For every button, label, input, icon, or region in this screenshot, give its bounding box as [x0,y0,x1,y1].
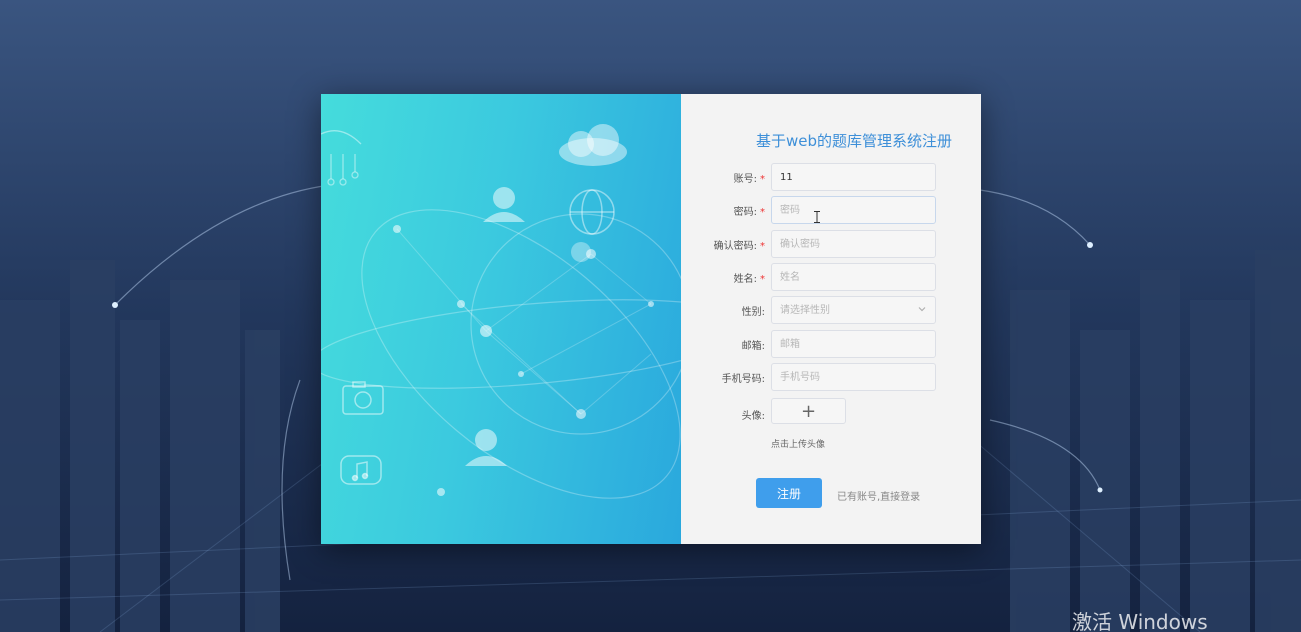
phone-label: 手机号码: [721,374,765,385]
password-label: 密码: * [733,207,765,218]
login-link[interactable]: 已有账号,直接登录 [837,488,920,503]
cloud-icon [559,124,627,166]
network-illustration [321,124,681,499]
gender-select[interactable] [771,296,936,324]
user-icon-bottom [465,429,507,466]
account-row: 账号: * [681,163,981,191]
gender-label: 性别: [741,307,765,318]
form-title: 基于web的题库管理系统注册 [756,132,953,150]
music-icon [340,455,382,485]
required-mark: * [760,241,765,252]
phone-row: 手机号码: [681,363,981,391]
password-input[interactable] [771,196,936,224]
required-mark: * [760,174,765,185]
windows-activation-watermark: 激活 Windows [1072,610,1208,632]
account-label: 账号: * [733,174,765,185]
user-icon [483,187,525,222]
decorative-panel [321,94,681,544]
register-form: 基于web的题库管理系统注册 账号:* 密码:* 确认密码:* 姓名:* 性别:… [681,94,981,544]
globe-icon [569,189,615,235]
password-row: 密码: * [681,196,981,224]
confirm-password-row: 确认密码: * [681,230,981,258]
register-button[interactable]: 注册 [756,478,822,508]
text-cursor-icon [814,211,820,223]
gender-row: 性别: [681,296,981,324]
name-row: 姓名: * [681,263,981,291]
email-label: 邮箱: [741,341,765,352]
avatar-upload-button[interactable]: + [771,398,846,424]
camera-icon [342,381,384,415]
phone-input[interactable] [771,363,936,391]
email-input[interactable] [771,330,936,358]
upload-hint: 点击上传头像 [771,440,826,450]
email-row: 邮箱: [681,330,981,358]
avatar-label: 头像: [741,411,765,422]
circuit-icon [321,130,362,186]
required-mark: * [760,207,765,218]
confirm-password-label: 确认密码: * [713,241,765,252]
name-label: 姓名: * [733,274,765,285]
account-input[interactable] [771,163,936,191]
confirm-password-input[interactable] [771,230,936,258]
required-mark: * [760,274,765,285]
register-card: 基于web的题库管理系统注册 账号:* 密码:* 确认密码:* 姓名:* 性别:… [321,94,981,544]
name-input[interactable] [771,263,936,291]
select-chevron-icon [918,307,926,312]
plus-icon: + [800,400,817,422]
